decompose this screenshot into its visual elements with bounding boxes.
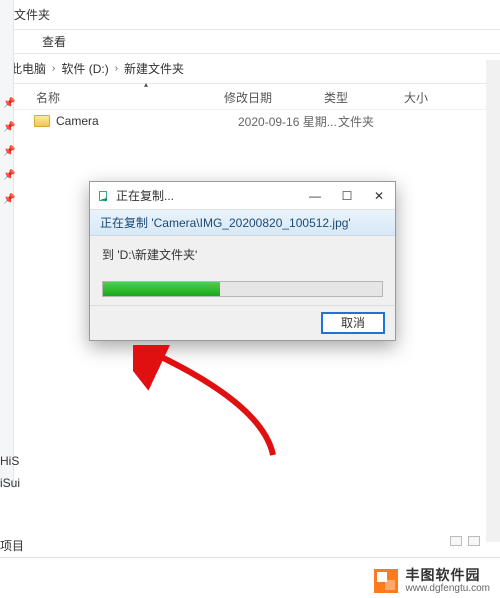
pin-icon: 📌 bbox=[3, 172, 11, 180]
close-button[interactable]: ✕ bbox=[363, 182, 395, 209]
table-row[interactable]: Camera 2020-09-16 星期... 文件夹 bbox=[14, 110, 488, 132]
dialog-titlebar[interactable]: ➜ 正在复制... — ☐ ✕ bbox=[90, 182, 395, 210]
brand-url: www.dgfengtu.com bbox=[406, 583, 491, 594]
scrollbar[interactable] bbox=[486, 60, 500, 542]
watermark: 丰图软件园 www.dgfengtu.com bbox=[374, 568, 491, 594]
col-type[interactable]: 类型 bbox=[324, 89, 404, 106]
col-date[interactable]: 修改日期 bbox=[224, 89, 324, 106]
chevron-icon: › bbox=[52, 63, 55, 74]
cancel-button[interactable]: 取消 bbox=[321, 312, 385, 334]
drive-label[interactable]: iSui bbox=[0, 476, 20, 498]
dialog-destination: 到 'D:\新建文件夹' bbox=[102, 246, 383, 263]
file-name: Camera bbox=[56, 114, 238, 128]
minimize-button[interactable]: — bbox=[299, 182, 331, 209]
brand-name: 丰图软件园 bbox=[406, 568, 491, 583]
status-item: 项目 bbox=[0, 537, 24, 554]
col-size[interactable]: 大小 bbox=[404, 89, 488, 106]
file-date: 2020-09-16 星期... bbox=[238, 113, 338, 130]
crumb-folder[interactable]: 新建文件夹 bbox=[124, 60, 184, 77]
crumb-thispc[interactable]: 此电脑 bbox=[10, 60, 46, 77]
pin-icon: 📌 bbox=[3, 148, 11, 156]
details-view-icon[interactable] bbox=[450, 536, 462, 546]
dialog-headline: 正在复制 'Camera\IMG_20200820_100512.jpg' bbox=[90, 210, 395, 236]
drive-label[interactable]: HiS bbox=[0, 454, 20, 476]
chevron-icon: › bbox=[115, 63, 118, 74]
ribbon-view[interactable]: 查看 bbox=[42, 33, 66, 50]
ribbon: 文件夹 bbox=[0, 0, 500, 30]
file-type: 文件夹 bbox=[338, 113, 418, 130]
col-name[interactable]: 名称 bbox=[14, 89, 224, 106]
pin-icon: 📌 bbox=[3, 196, 11, 204]
annotation-arrow-icon bbox=[133, 345, 293, 465]
column-headers[interactable]: ▴ 名称 修改日期 类型 大小 bbox=[14, 86, 488, 110]
progress-fill bbox=[103, 282, 220, 296]
ribbon-tab-folder[interactable]: 文件夹 bbox=[14, 6, 50, 23]
brand-logo-icon bbox=[374, 569, 398, 593]
sort-indicator-icon: ▴ bbox=[144, 80, 148, 89]
view-switcher[interactable] bbox=[450, 536, 480, 546]
drive-labels: HiS iSui bbox=[0, 454, 20, 498]
pin-icon: 📌 bbox=[3, 100, 11, 108]
maximize-button[interactable]: ☐ bbox=[331, 182, 363, 209]
copy-dialog: ➜ 正在复制... — ☐ ✕ 正在复制 'Camera\IMG_2020082… bbox=[89, 181, 396, 341]
copy-icon: ➜ bbox=[96, 189, 110, 203]
folder-icon bbox=[34, 115, 50, 127]
dialog-title-text: 正在复制... bbox=[116, 187, 174, 204]
progress-bar bbox=[102, 281, 383, 297]
pin-icon: 📌 bbox=[3, 124, 11, 132]
crumb-drive[interactable]: 软件 (D:) bbox=[61, 60, 108, 77]
ribbon-row2: 享 查看 bbox=[0, 30, 500, 54]
tiles-view-icon[interactable] bbox=[468, 536, 480, 546]
quick-access-sidebar: 📌 📌 📌 📌 📌 bbox=[0, 0, 14, 488]
breadcrumb[interactable]: 此电脑 › 软件 (D:) › 新建文件夹 bbox=[0, 54, 500, 84]
